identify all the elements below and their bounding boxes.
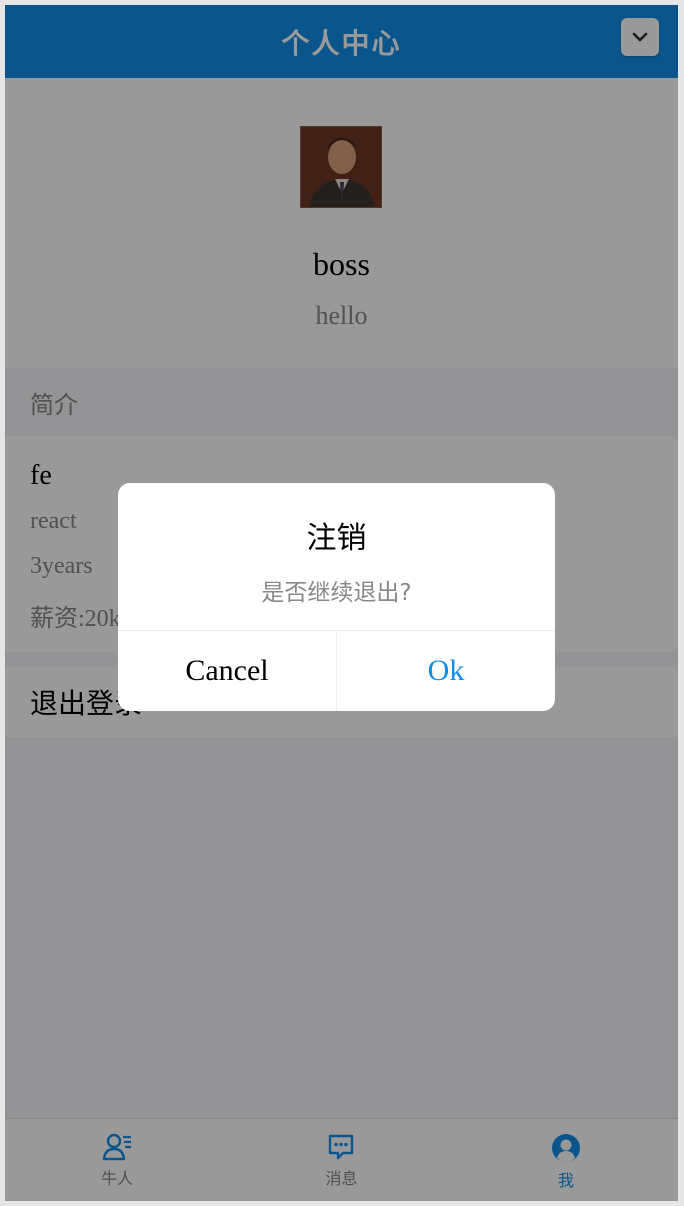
dialog-message: 是否继续退出? — [261, 580, 412, 606]
dialog-title: 注销 — [306, 521, 367, 556]
ok-button[interactable]: Ok — [337, 631, 555, 711]
dialog-footer: Cancel Ok — [118, 630, 555, 711]
logout-dialog: 注销 是否继续退出? Cancel Ok — [118, 483, 555, 711]
cancel-button[interactable]: Cancel — [118, 631, 337, 711]
